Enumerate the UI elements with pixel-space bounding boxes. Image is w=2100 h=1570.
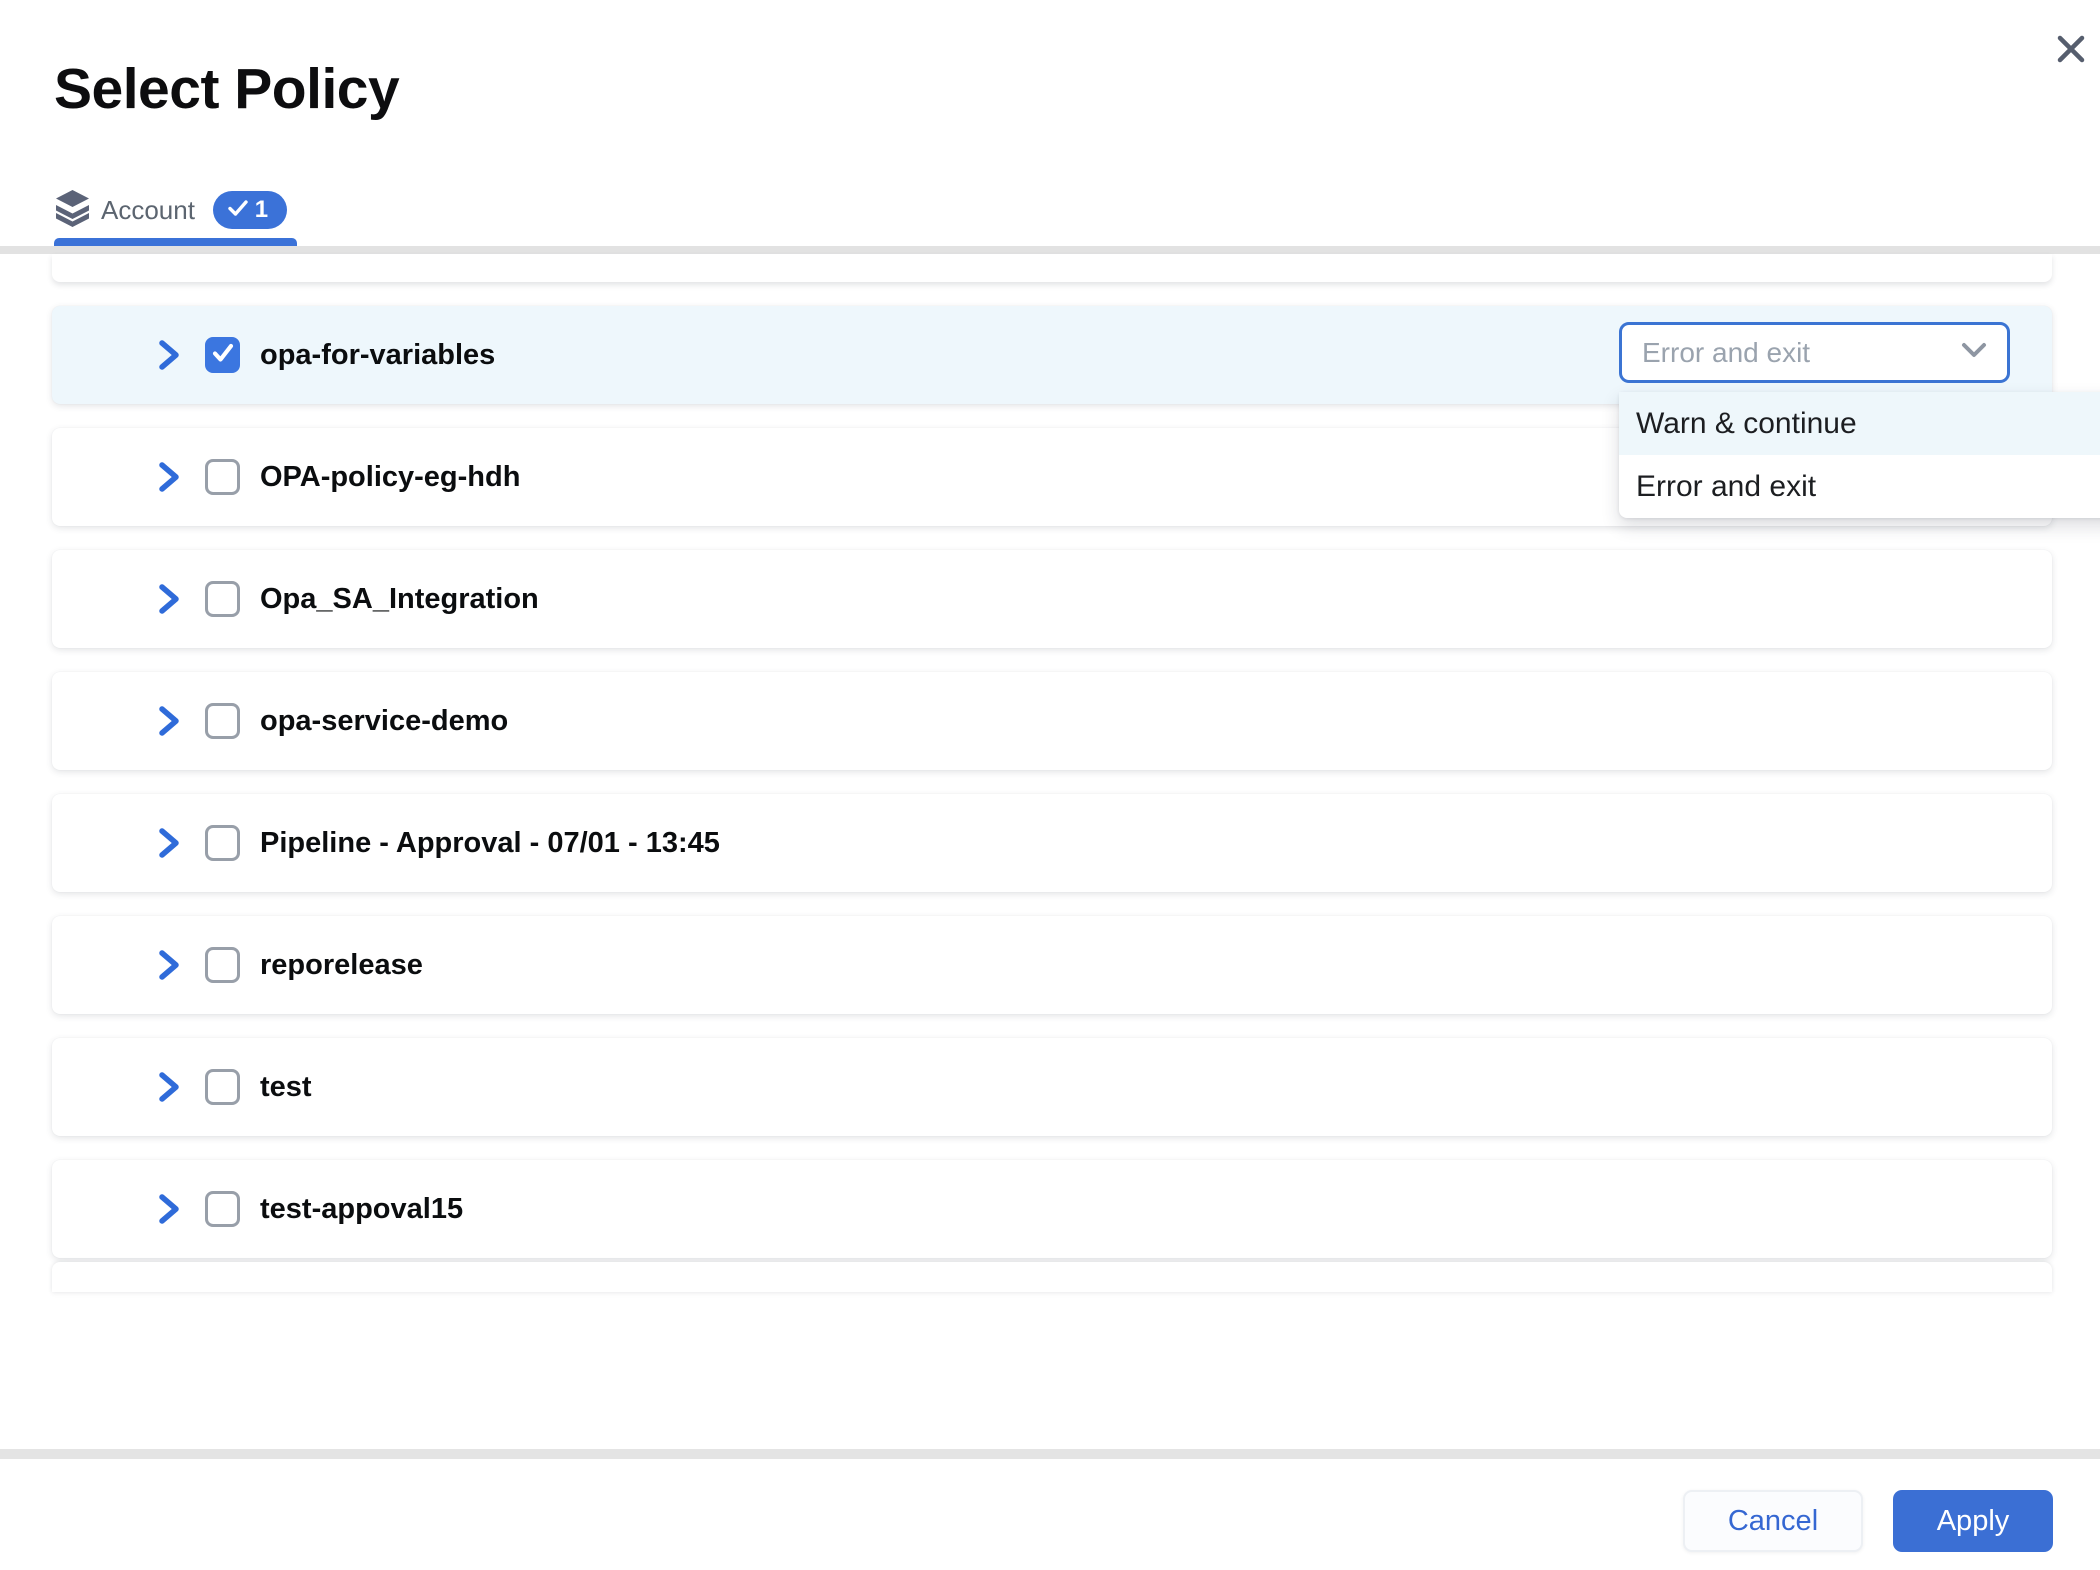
failure-strategy-menu: Warn & continue Error and exit	[1619, 392, 2100, 518]
policy-checkbox[interactable]	[205, 1069, 240, 1105]
policy-checkbox[interactable]	[205, 337, 240, 373]
menu-option-error-exit[interactable]: Error and exit	[1619, 455, 2100, 518]
cancel-button[interactable]: Cancel	[1683, 1490, 1863, 1552]
policy-checkbox[interactable]	[205, 703, 240, 739]
policy-checkbox[interactable]	[205, 581, 240, 617]
policy-row-reporelease[interactable]: reporelease	[52, 916, 2052, 1014]
tab-account[interactable]: Account 1	[54, 186, 287, 234]
policy-name: opa-for-variables	[260, 339, 495, 372]
policy-row-opa-service-demo[interactable]: opa-service-demo	[52, 672, 2052, 770]
layers-icon	[54, 189, 91, 232]
policy-name: test-appoval15	[260, 1193, 463, 1226]
chevron-right-icon[interactable]	[153, 338, 185, 372]
check-icon	[211, 342, 235, 369]
policy-row-pipeline-approval[interactable]: Pipeline - Approval - 07/01 - 13:45	[52, 794, 2052, 892]
check-icon	[228, 199, 248, 222]
policy-checkbox[interactable]	[205, 1191, 240, 1227]
close-icon	[2049, 27, 2093, 76]
chevron-right-icon[interactable]	[153, 704, 185, 738]
policy-checkbox[interactable]	[205, 825, 240, 861]
policy-row-test-appoval15[interactable]: test-appoval15	[52, 1160, 2052, 1258]
close-button[interactable]	[2042, 22, 2100, 80]
policy-name: Pipeline - Approval - 07/01 - 13:45	[260, 827, 720, 860]
footer-divider	[0, 1449, 2100, 1459]
partially-scrolled-row	[52, 254, 2052, 282]
policy-row-opa-sa-integration[interactable]: Opa_SA_Integration	[52, 550, 2052, 648]
policy-name: Opa_SA_Integration	[260, 583, 539, 616]
chevron-right-icon[interactable]	[153, 582, 185, 616]
chevron-right-icon[interactable]	[153, 1192, 185, 1226]
selected-count-badge: 1	[213, 191, 287, 229]
policy-row-test[interactable]: test	[52, 1038, 2052, 1136]
page-title: Select Policy	[54, 56, 399, 122]
chevron-right-icon[interactable]	[153, 826, 185, 860]
policy-checkbox[interactable]	[205, 459, 240, 495]
chevron-right-icon[interactable]	[153, 1070, 185, 1104]
partially-scrolled-row	[52, 1262, 2052, 1292]
policy-name: OPA-policy-eg-hdh	[260, 461, 520, 494]
policy-name: test	[260, 1071, 312, 1104]
apply-button[interactable]: Apply	[1893, 1490, 2053, 1552]
failure-strategy-value: Error and exit	[1642, 337, 1810, 369]
failure-strategy-select[interactable]: Error and exit	[1619, 322, 2010, 383]
chevron-right-icon[interactable]	[153, 460, 185, 494]
policy-name: opa-service-demo	[260, 705, 508, 738]
header-divider	[0, 246, 2100, 254]
policy-checkbox[interactable]	[205, 947, 240, 983]
policy-name: reporelease	[260, 949, 423, 982]
menu-option-warn-continue[interactable]: Warn & continue	[1619, 392, 2100, 455]
chevron-down-icon	[1961, 342, 1987, 363]
chevron-right-icon[interactable]	[153, 948, 185, 982]
selected-count: 1	[255, 196, 268, 224]
tab-account-label: Account	[101, 195, 195, 226]
